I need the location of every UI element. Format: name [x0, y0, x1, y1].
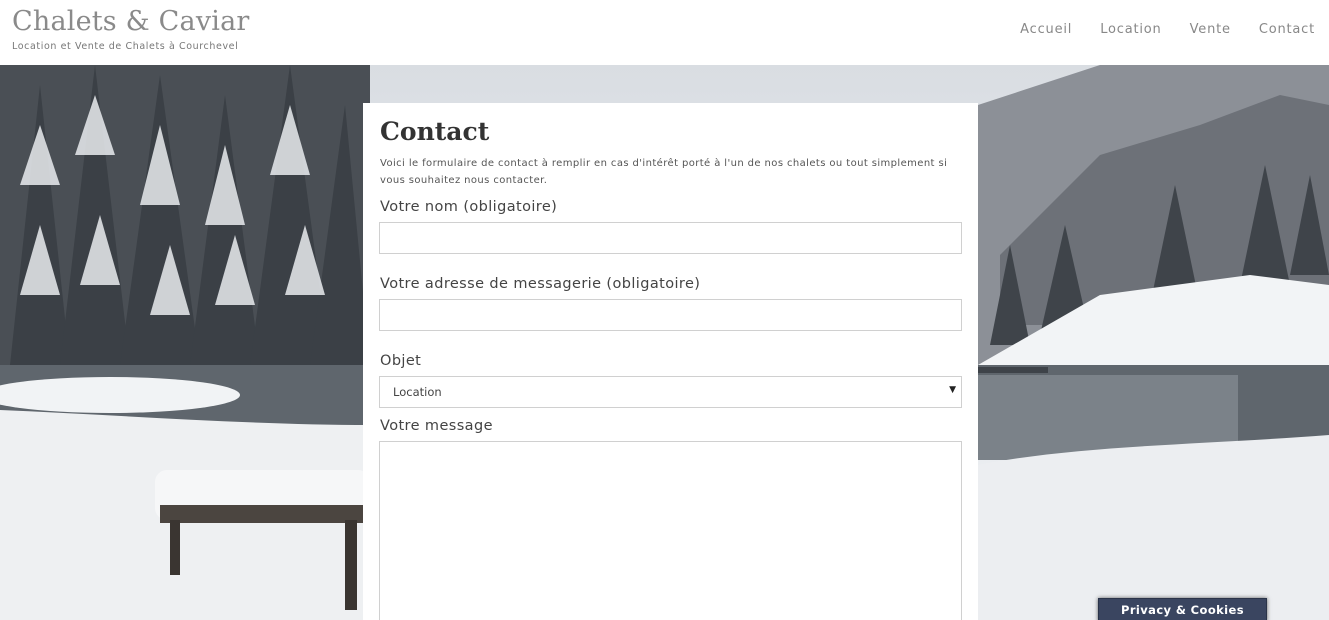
message-textarea[interactable]	[379, 441, 962, 620]
site-tagline: Location et Vente de Chalets à Courcheve…	[12, 41, 239, 52]
site-title[interactable]: Chalets & Caviar	[12, 6, 250, 37]
intro-text: Voici le formulaire de contact à remplir…	[380, 158, 948, 186]
email-field[interactable]	[379, 299, 962, 331]
name-field[interactable]	[379, 222, 962, 254]
dropdown-arrow-icon: ▼	[949, 385, 956, 395]
subject-field-label: Objet	[380, 353, 422, 369]
subject-select[interactable]: Location ▼	[379, 376, 962, 408]
message-field-label: Votre message	[380, 418, 493, 434]
page-title: Contact	[380, 117, 490, 146]
contact-form-panel: Contact Voici le formulaire de contact à…	[363, 103, 978, 620]
nav-item-accueil[interactable]: Accueil	[1020, 22, 1072, 37]
nav-item-vente[interactable]: Vente	[1190, 22, 1231, 37]
nav-item-contact[interactable]: Contact	[1259, 22, 1315, 37]
name-field-label: Votre nom (obligatoire)	[380, 199, 558, 215]
nav-item-location[interactable]: Location	[1100, 22, 1161, 37]
email-field-label: Votre adresse de messagerie (obligatoire…	[380, 276, 701, 292]
site-header: Chalets & Caviar Location et Vente de Ch…	[0, 0, 1329, 65]
main-nav: Accueil Location Vente Contact	[1020, 22, 1315, 37]
privacy-cookies-button[interactable]: Privacy & Cookies Policy	[1098, 598, 1267, 620]
subject-selected-value: Location	[393, 385, 442, 399]
